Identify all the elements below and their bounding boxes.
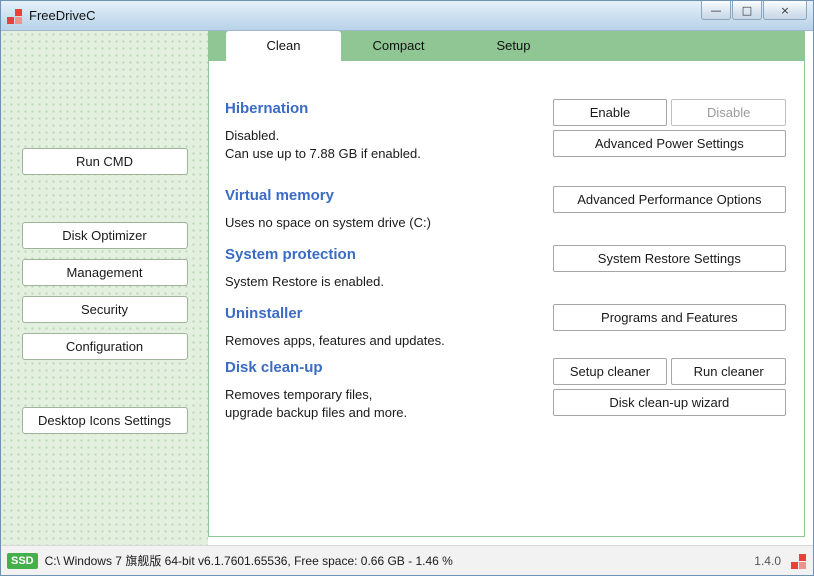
disk-cleanup-detail-2: upgrade backup files and more. [225, 404, 553, 422]
disable-hibernation-button: Disable [671, 99, 786, 126]
sidebar-button-desktop-icons-settings[interactable]: Desktop Icons Settings [22, 407, 188, 434]
sidebar: Run CMD Disk Optimizer Management Securi… [1, 31, 208, 545]
advanced-power-settings-button[interactable]: Advanced Power Settings [553, 130, 786, 157]
minimize-button[interactable]: — [701, 1, 731, 20]
ssd-badge: SSD [7, 553, 38, 569]
enable-hibernation-button[interactable]: Enable [553, 99, 668, 126]
app-logo-icon [7, 8, 23, 24]
section-virtual-memory: Virtual memory Uses no space on system d… [225, 186, 786, 232]
title-bar: FreeDriveC — □ × [1, 1, 813, 31]
setup-cleaner-button[interactable]: Setup cleaner [553, 358, 668, 385]
sidebar-button-run-cmd[interactable]: Run CMD [22, 148, 188, 175]
system-protection-status: System Restore is enabled. [225, 273, 553, 291]
section-uninstaller: Uninstaller Removes apps, features and u… [225, 304, 786, 350]
programs-and-features-button[interactable]: Programs and Features [553, 304, 786, 331]
freedrivec-logo-icon [791, 553, 807, 569]
system-protection-title: System protection [225, 245, 553, 265]
run-cleaner-button[interactable]: Run cleaner [671, 358, 786, 385]
sidebar-button-disk-optimizer[interactable]: Disk Optimizer [22, 222, 188, 249]
system-info-text: C:\ Windows 7 旗舰版 64-bit v6.1.7601.65536… [45, 552, 755, 569]
window-controls: — □ × [701, 1, 807, 20]
disk-cleanup-wizard-button[interactable]: Disk clean-up wizard [553, 389, 786, 416]
sidebar-button-configuration[interactable]: Configuration [22, 333, 188, 360]
window-body: Run CMD Disk Optimizer Management Securi… [1, 31, 813, 545]
section-disk-cleanup: Disk clean-up Removes temporary files, u… [225, 358, 786, 422]
version-label: 1.4.0 [754, 554, 781, 568]
disk-cleanup-title: Disk clean-up [225, 358, 553, 378]
sidebar-button-security[interactable]: Security [22, 296, 188, 323]
hibernation-status: Disabled. [225, 127, 553, 145]
uninstaller-detail: Removes apps, features and updates. [225, 332, 553, 350]
system-restore-settings-button[interactable]: System Restore Settings [553, 245, 786, 272]
tab-setup[interactable]: Setup [456, 31, 571, 61]
tab-clean[interactable]: Clean [226, 31, 341, 61]
virtual-memory-title: Virtual memory [225, 186, 553, 206]
hibernation-title: Hibernation [225, 99, 553, 119]
uninstaller-title: Uninstaller [225, 304, 553, 324]
section-system-protection: System protection System Restore is enab… [225, 245, 786, 291]
advanced-performance-options-button[interactable]: Advanced Performance Options [553, 186, 786, 213]
virtual-memory-status: Uses no space on system drive (C:) [225, 214, 553, 232]
status-bar: SSD C:\ Windows 7 旗舰版 64-bit v6.1.7601.6… [1, 545, 813, 575]
close-button[interactable]: × [763, 1, 807, 20]
main-area: Clean Compact Setup Hibernation Disabled… [208, 31, 813, 545]
app-window: FreeDriveC — □ × Run CMD Disk Optimizer … [0, 0, 814, 576]
window-title: FreeDriveC [29, 8, 701, 23]
section-hibernation: Hibernation Disabled. Can use up to 7.88… [225, 99, 786, 163]
tab-bar: Clean Compact Setup [208, 31, 805, 61]
sidebar-button-management[interactable]: Management [22, 259, 188, 286]
disk-cleanup-detail-1: Removes temporary files, [225, 386, 553, 404]
hibernation-detail: Can use up to 7.88 GB if enabled. [225, 145, 553, 163]
maximize-button[interactable]: □ [732, 1, 762, 20]
clean-tab-panel: Hibernation Disabled. Can use up to 7.88… [208, 61, 805, 537]
tab-compact[interactable]: Compact [341, 31, 456, 61]
